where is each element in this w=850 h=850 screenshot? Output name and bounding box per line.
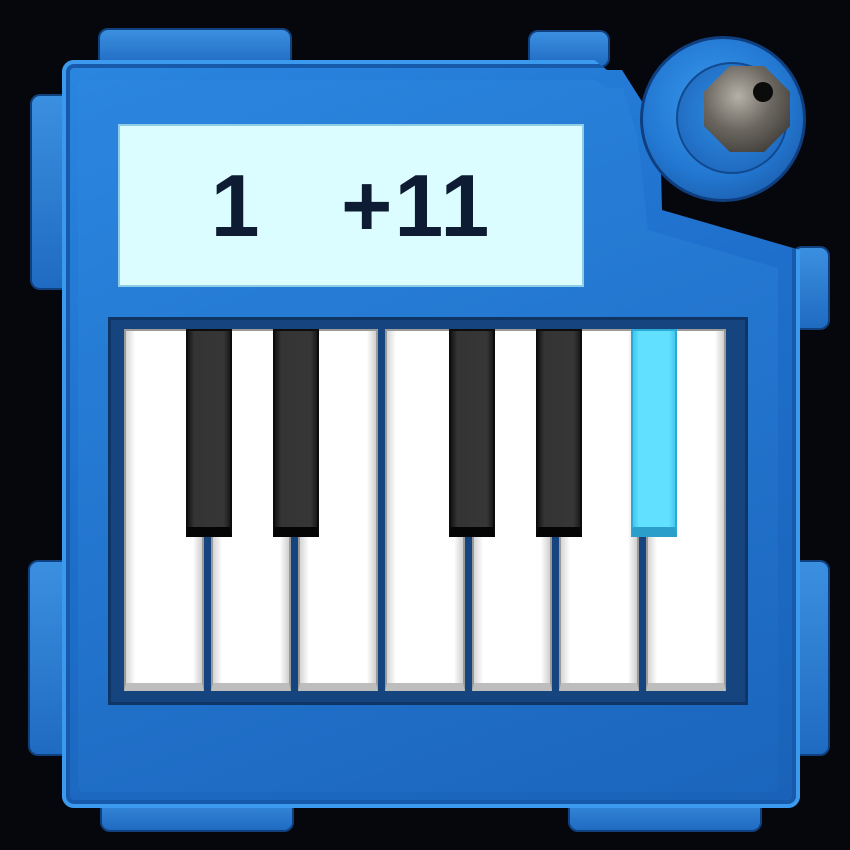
keyboard-device: 1 +11 (0, 0, 850, 850)
octave-display: 1 +11 (118, 124, 584, 287)
black-key-f-sharp[interactable] (449, 329, 495, 537)
connector-knob[interactable] (704, 66, 790, 152)
octave-value: 1 (210, 155, 262, 255)
black-key-a-sharp-active[interactable] (631, 329, 677, 537)
black-key-d-sharp[interactable] (273, 329, 319, 537)
black-key-g-sharp[interactable] (536, 329, 582, 537)
black-key-c-sharp[interactable] (186, 329, 232, 537)
transpose-value: +11 (340, 155, 492, 255)
connector-hole-icon (753, 82, 773, 102)
